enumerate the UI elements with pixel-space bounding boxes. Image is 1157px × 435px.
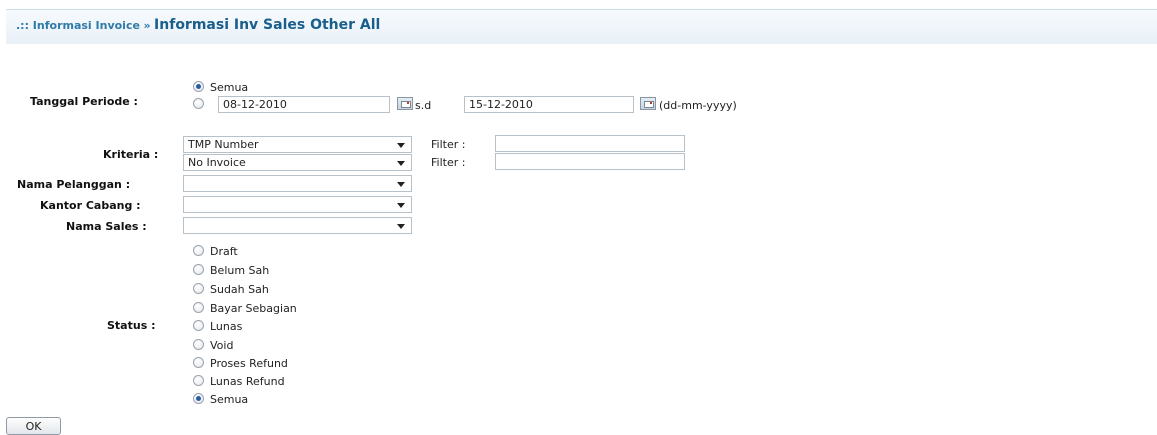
status-label: Status : (107, 319, 156, 332)
status-radio-draft[interactable] (193, 245, 204, 256)
nama-pelanggan-select[interactable] (183, 175, 412, 192)
periode-all-label: Semua (210, 81, 249, 94)
kantor-cabang-select[interactable] (183, 196, 412, 213)
filter-label-2: Filter : (431, 156, 466, 169)
calendar-icon[interactable] (640, 97, 656, 110)
kriteria-label: Kriteria : (103, 148, 159, 161)
nama-pelanggan-label: Nama Pelanggan : (17, 178, 131, 191)
status-option-label: Semua (210, 393, 249, 406)
status-radio-bayar-sebagian[interactable] (193, 302, 204, 313)
filter-input-1[interactable] (495, 135, 685, 152)
status-option-label: Sudah Sah (210, 283, 269, 296)
status-radio-belum-sah[interactable] (193, 264, 204, 275)
date-to-input[interactable] (464, 96, 634, 113)
status-option-label: Void (210, 339, 234, 352)
kriteria-select-1[interactable]: TMP Number (183, 136, 412, 153)
breadcrumb-separator: » (143, 19, 151, 32)
status-option-label: Bayar Sebagian (210, 302, 297, 315)
chevron-down-icon (397, 161, 405, 166)
filter-label-1: Filter : (431, 138, 466, 151)
page-header: .:: Informasi Invoice » Informasi Inv Sa… (6, 9, 1157, 44)
status-radio-sudah-sah[interactable] (193, 283, 204, 294)
status-option-label: Belum Sah (210, 264, 270, 277)
status-radio-lunas-refund[interactable] (193, 375, 204, 386)
chevron-down-icon (397, 203, 405, 208)
nama-sales-label: Nama Sales : (66, 220, 147, 233)
periode-radio-all[interactable] (193, 81, 204, 92)
calendar-icon[interactable] (397, 97, 413, 110)
status-option-label: Lunas (210, 320, 243, 333)
kriteria-select-1-value: TMP Number (188, 138, 259, 151)
status-radio-semua[interactable] (193, 393, 204, 404)
date-format-hint: (dd-mm-yyyy) (659, 99, 737, 112)
periode-label: Tanggal Periode : (30, 95, 138, 108)
chevron-down-icon (397, 143, 405, 148)
status-option-label: Lunas Refund (210, 375, 285, 388)
kriteria-select-2-value: No Invoice (188, 156, 246, 169)
page-title: Informasi Inv Sales Other All (154, 17, 381, 33)
breadcrumb: .:: Informasi Invoice » Informasi Inv Sa… (16, 17, 380, 33)
status-option-label: Proses Refund (210, 357, 288, 370)
chevron-down-icon (397, 224, 405, 229)
kriteria-select-2[interactable]: No Invoice (183, 154, 412, 171)
ok-button[interactable]: OK (6, 417, 61, 435)
periode-radio-range[interactable] (193, 98, 204, 109)
status-radio-void[interactable] (193, 339, 204, 350)
status-radio-lunas[interactable] (193, 320, 204, 331)
date-from-input[interactable] (218, 96, 390, 113)
breadcrumb-parent[interactable]: .:: Informasi Invoice (16, 19, 140, 32)
date-range-separator: s.d (415, 99, 432, 112)
status-radio-proses-refund[interactable] (193, 357, 204, 368)
status-option-label: Draft (210, 245, 238, 258)
chevron-down-icon (397, 182, 405, 187)
nama-sales-select[interactable] (183, 217, 412, 234)
kantor-cabang-label: Kantor Cabang : (40, 199, 141, 212)
filter-input-2[interactable] (495, 153, 685, 170)
